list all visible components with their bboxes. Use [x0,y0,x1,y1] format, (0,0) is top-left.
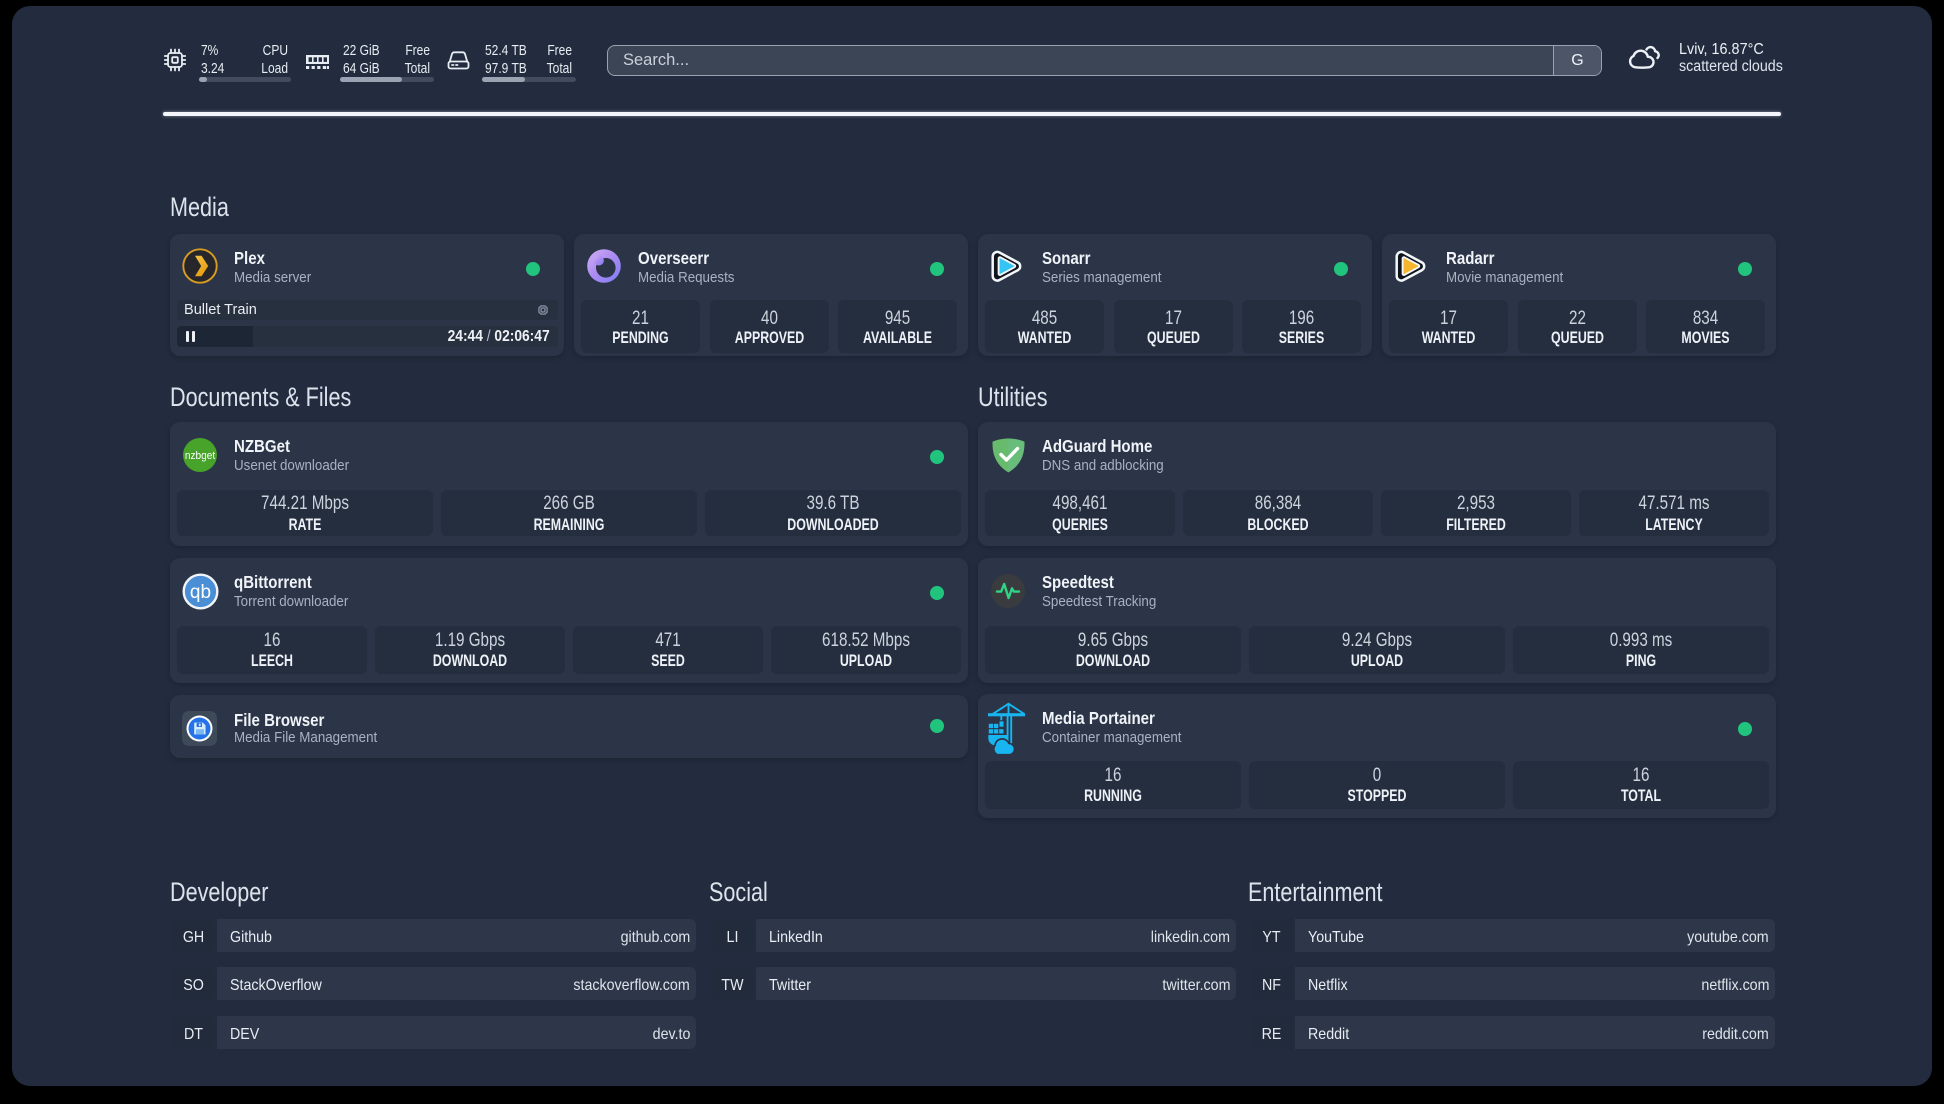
svg-text:qb: qb [190,582,211,603]
svg-text:nzbget: nzbget [185,449,215,461]
